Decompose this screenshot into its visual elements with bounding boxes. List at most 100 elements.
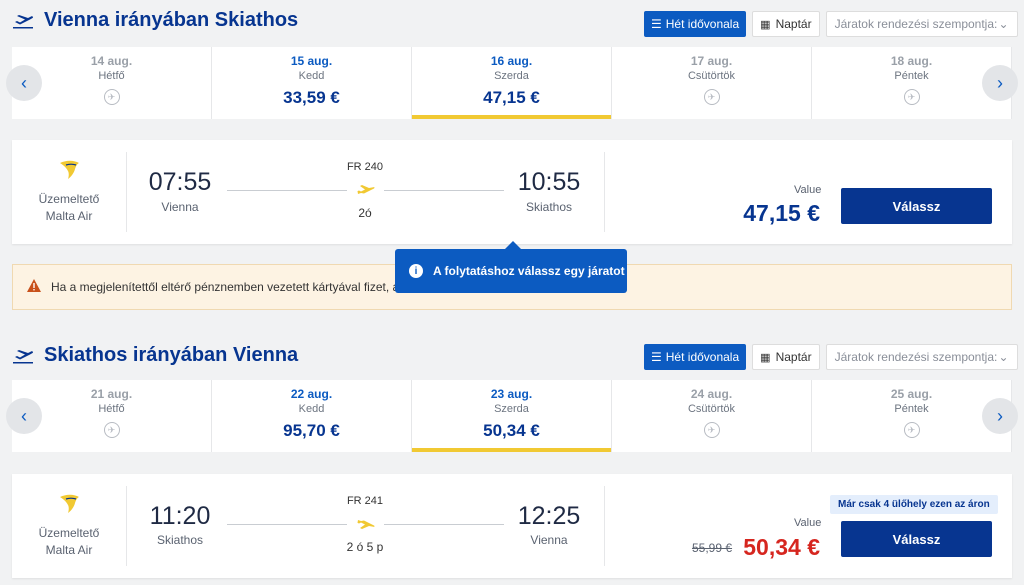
chevron-left-icon: ‹ bbox=[21, 405, 27, 426]
calendar-label: Naptár bbox=[775, 350, 812, 364]
operator-name: Malta Air bbox=[45, 542, 93, 557]
date-cell-selected[interactable]: 16 aug. Szerda 47,15 € bbox=[412, 47, 612, 119]
original-price: 55,99 € bbox=[692, 541, 733, 555]
info-icon: i bbox=[409, 264, 423, 278]
select-flight-button[interactable]: Válassz bbox=[841, 188, 992, 224]
week-timeline-button[interactable]: ☰ Hét idővonala bbox=[644, 11, 747, 37]
weekday-label: Hétfő bbox=[98, 70, 125, 82]
week-timeline-label: Hét idővonala bbox=[665, 350, 740, 364]
no-flight-icon: ✈ bbox=[703, 89, 720, 105]
week-timeline-button[interactable]: ☰ Hét idővonala bbox=[644, 344, 747, 370]
seats-left-badge: Már csak 4 ülőhely ezen az áron bbox=[830, 495, 998, 514]
no-flight-icon: ✈ bbox=[903, 422, 920, 438]
chevron-left-icon: ‹ bbox=[21, 72, 27, 93]
list-icon: ☰ bbox=[651, 17, 662, 31]
operator: Üzemeltető Malta Air bbox=[12, 486, 127, 566]
calendar-icon: ▦ bbox=[760, 18, 771, 31]
no-flight-icon: ✈ bbox=[103, 89, 120, 105]
date-label: 16 aug. bbox=[490, 54, 533, 68]
ryanair-harp-logo-icon bbox=[58, 160, 80, 185]
weekday-label: Hétfő bbox=[98, 403, 125, 415]
date-price: 33,59 € bbox=[283, 88, 340, 107]
operator-name: Malta Air bbox=[45, 208, 93, 223]
date-label: 21 aug. bbox=[90, 387, 133, 401]
inbound-header: Skiathos irányában Vienna bbox=[12, 344, 298, 367]
no-flight-icon: ✈ bbox=[703, 422, 720, 438]
departure-city: Vienna bbox=[161, 200, 199, 214]
select-flight-button[interactable]: Válassz bbox=[841, 521, 992, 557]
date-cell: 17 aug. Csütörtök ✈ bbox=[612, 47, 812, 119]
week-timeline-label: Hét idővonala bbox=[665, 17, 740, 31]
date-price: 47,15 € bbox=[483, 88, 540, 107]
departure-city: Skiathos bbox=[156, 533, 204, 547]
route-line bbox=[227, 190, 347, 191]
plane-takeoff-icon bbox=[12, 348, 34, 364]
flight-duration: 2 ó 5 p bbox=[346, 540, 384, 554]
outbound-title: Vienna irányában Skiathos bbox=[44, 9, 299, 31]
date-label: 17 aug. bbox=[690, 54, 733, 68]
chevron-right-icon: › bbox=[997, 405, 1003, 426]
calendar-button[interactable]: ▦ Naptár bbox=[752, 344, 820, 370]
date-label: 15 aug. bbox=[290, 54, 333, 68]
plane-landing-icon bbox=[356, 516, 376, 535]
weekday-label: Szerda bbox=[494, 403, 529, 415]
sort-select[interactable]: Járatok rendezési szempontja: ⌄ bbox=[825, 11, 1018, 37]
sort-placeholder: Járatok rendezési szempontja: bbox=[834, 17, 998, 31]
date-label: 23 aug. bbox=[490, 387, 533, 401]
weekday-label: Kedd bbox=[298, 70, 325, 82]
departure-time: 11:20 bbox=[149, 502, 211, 530]
date-label: 25 aug. bbox=[890, 387, 933, 401]
operator-label: Üzemeltető bbox=[38, 191, 100, 206]
arrival-time: 10:55 bbox=[517, 168, 581, 196]
next-dates-button[interactable]: › bbox=[982, 65, 1018, 101]
sort-select[interactable]: Járatok rendezési szempontja: ⌄ bbox=[825, 344, 1018, 370]
weekday-label: Csütörtök bbox=[687, 70, 736, 82]
warning-icon bbox=[27, 279, 41, 295]
weekday-label: Péntek bbox=[894, 403, 929, 415]
calendar-button[interactable]: ▦ Naptár bbox=[752, 11, 820, 37]
calendar-icon: ▦ bbox=[760, 351, 771, 364]
arrival-city: Vienna bbox=[530, 533, 568, 547]
prev-dates-button[interactable]: ‹ bbox=[6, 65, 42, 101]
select-flight-tooltip: i A folytatáshoz válassz egy járatot bbox=[395, 241, 627, 293]
fare-type-label: Value bbox=[794, 184, 822, 196]
date-cell[interactable]: 22 aug. Kedd 95,70 € bbox=[212, 380, 412, 452]
next-dates-button[interactable]: › bbox=[982, 398, 1018, 434]
date-price: 50,34 € bbox=[483, 421, 540, 440]
tooltip-text: A folytatáshoz válassz egy járatot bbox=[433, 264, 625, 278]
arrival-city: Skiathos bbox=[525, 200, 573, 214]
route-line bbox=[384, 190, 504, 191]
no-flight-icon: ✈ bbox=[903, 89, 920, 105]
sort-placeholder: Járatok rendezési szempontja: bbox=[834, 350, 998, 364]
plane-takeoff-icon bbox=[12, 13, 34, 29]
outbound-toolbar: ☰ Hét idővonala ▦ Naptár Járatok rendezé… bbox=[644, 11, 1018, 37]
route-line bbox=[384, 524, 504, 525]
ryanair-harp-logo-icon bbox=[58, 494, 80, 519]
date-label: 14 aug. bbox=[90, 54, 133, 68]
route-line bbox=[227, 524, 347, 525]
operator: Üzemeltető Malta Air bbox=[12, 152, 127, 232]
inbound-date-bar: ‹ 21 aug. Hétfő ✈ 22 aug. Kedd 95,70 € 2… bbox=[6, 380, 1018, 452]
date-cell[interactable]: 15 aug. Kedd 33,59 € bbox=[212, 47, 412, 119]
flight-number: FR 241 bbox=[346, 495, 384, 507]
flight-price: 47,15 € bbox=[743, 200, 820, 226]
list-icon: ☰ bbox=[651, 350, 662, 364]
date-cell: 24 aug. Csütörtök ✈ bbox=[612, 380, 812, 452]
flight-price: 50,34 € bbox=[743, 534, 820, 560]
date-cell: 14 aug. Hétfő ✈ bbox=[12, 47, 212, 119]
weekday-label: Kedd bbox=[298, 403, 325, 415]
flight-number: FR 240 bbox=[346, 161, 384, 173]
date-label: 22 aug. bbox=[290, 387, 333, 401]
inbound-toolbar: ☰ Hét idővonala ▦ Naptár Járatok rendezé… bbox=[644, 344, 1018, 370]
flight-duration: 2ó bbox=[358, 206, 372, 220]
operator-label: Üzemeltető bbox=[38, 525, 100, 540]
prev-dates-button[interactable]: ‹ bbox=[6, 398, 42, 434]
departure-time: 07:55 bbox=[148, 168, 212, 196]
warning-text: Ha a megjelenítettől eltérő pénznemben v… bbox=[51, 280, 400, 294]
date-cell-selected[interactable]: 23 aug. Szerda 50,34 € bbox=[412, 380, 612, 452]
fare-type-label: Value bbox=[794, 517, 822, 529]
weekday-label: Szerda bbox=[494, 70, 529, 82]
date-label: 24 aug. bbox=[690, 387, 733, 401]
chevron-down-icon: ⌄ bbox=[998, 350, 1009, 364]
inbound-flight-card: Üzemeltető Malta Air 11:20 Skiathos FR 2… bbox=[12, 474, 1012, 578]
